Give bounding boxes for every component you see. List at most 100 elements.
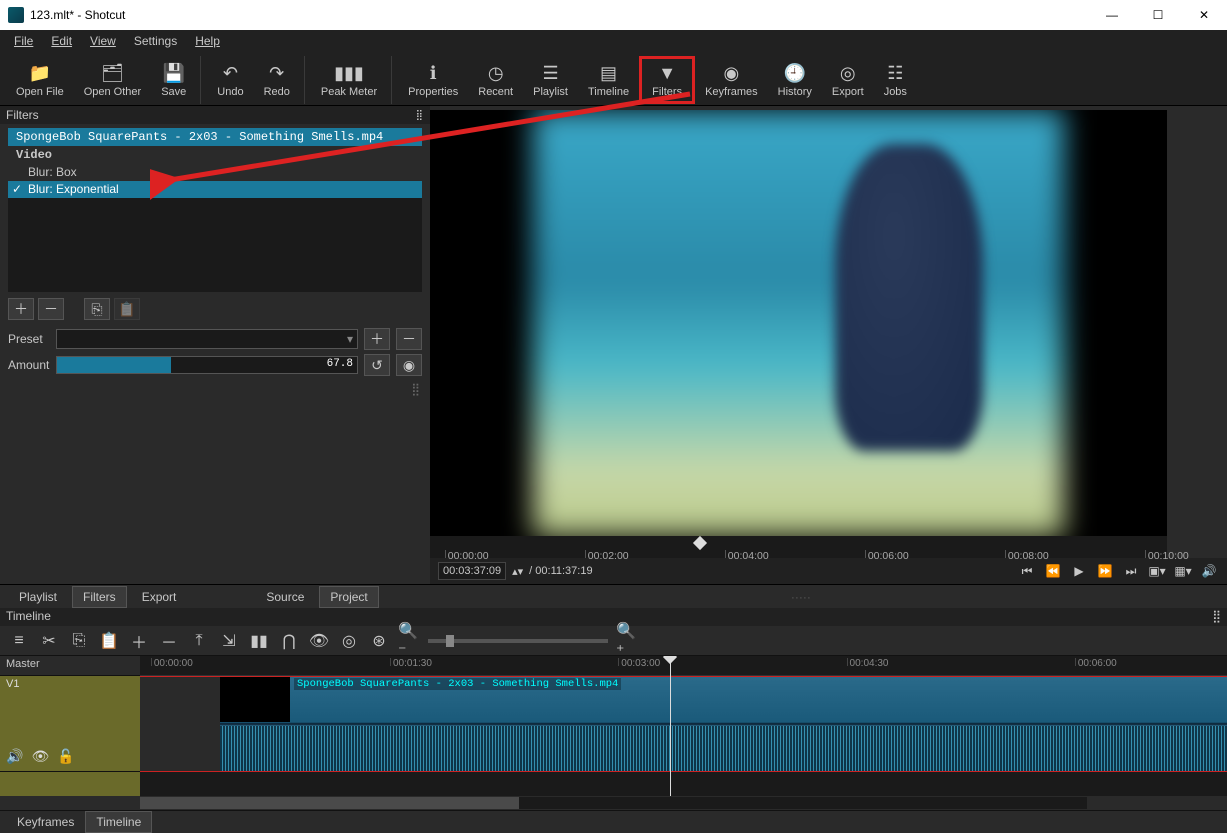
tl-append-button[interactable]: ＋ — [128, 630, 150, 652]
playhead-icon[interactable] — [693, 536, 707, 550]
grid-dropdown[interactable]: ▦▾ — [1173, 564, 1193, 578]
properties-button[interactable]: ℹProperties — [398, 56, 468, 104]
skip-start-button[interactable]: ⏮ — [1017, 564, 1037, 579]
tl-snap-button[interactable]: ⋂ — [278, 630, 300, 652]
playlist-button[interactable]: ☰Playlist — [523, 56, 578, 104]
timeline-ruler[interactable]: 00:00:00 00:01:30 00:03:00 00:04:30 00:0… — [140, 656, 1227, 676]
maximize-button[interactable]: ☐ — [1135, 0, 1181, 30]
tab-export[interactable]: Export — [131, 586, 188, 608]
preset-remove-button[interactable]: － — [396, 328, 422, 350]
hide-icon[interactable]: 👁 — [31, 748, 49, 765]
track-head-v1[interactable]: V1 🔊 👁 🔓 — [0, 676, 140, 772]
amount-slider[interactable]: 67.8 — [56, 356, 358, 374]
skip-end-button[interactable]: ⏭ — [1121, 564, 1141, 579]
grip-icon[interactable]: ····· — [383, 590, 1219, 604]
open-other-button[interactable]: 🗂Open Other — [74, 56, 151, 104]
menu-view[interactable]: View — [82, 32, 124, 50]
panel-grip-icon[interactable]: ⣿ — [0, 378, 430, 400]
main-toolbar: 📁Open File 🗂Open Other 💾Save ↶Undo ↷Redo… — [0, 52, 1227, 106]
tl-cut-button[interactable]: ✂ — [38, 630, 60, 652]
stack-icon: ☷ — [887, 62, 903, 84]
tl-menu-button[interactable]: ≡ — [8, 630, 30, 652]
tl-scrub-button[interactable]: 👁 — [308, 630, 330, 652]
preset-add-button[interactable]: ＋ — [364, 328, 390, 350]
tl-overwrite-button[interactable]: ⇲ — [218, 630, 240, 652]
tab-filters[interactable]: Filters — [72, 586, 127, 608]
save-button[interactable]: 💾Save — [151, 56, 201, 104]
menu-file[interactable]: File — [6, 32, 41, 50]
tab-playlist[interactable]: Playlist — [8, 586, 68, 608]
add-filter-button[interactable]: ＋ — [8, 298, 34, 320]
history-button[interactable]: 🕘History — [768, 56, 822, 104]
menu-help[interactable]: Help — [187, 32, 228, 50]
amount-keyframe-button[interactable]: ◉ — [396, 354, 422, 376]
tab-source[interactable]: Source — [255, 586, 315, 608]
panel-menu-icon[interactable]: ⣿ — [416, 110, 424, 121]
redo-button[interactable]: ↷Redo — [254, 56, 305, 104]
tl-zoom-out-button[interactable]: 🔍⁻ — [398, 630, 420, 652]
checkmark-icon[interactable]: ✓ — [12, 182, 22, 196]
amount-reset-button[interactable]: ↺ — [364, 354, 390, 376]
filter-item-blur-box[interactable]: Blur: Box — [8, 164, 422, 181]
play-button[interactable]: ▶ — [1069, 564, 1089, 578]
timeline-playhead[interactable] — [670, 656, 671, 796]
tl-ripple-all-button[interactable]: ⊛ — [368, 630, 390, 652]
recent-button[interactable]: ◷Recent — [468, 56, 523, 104]
timecode-spinner[interactable]: ▴▾ — [512, 565, 523, 578]
tl-split-button[interactable]: ▮▮ — [248, 630, 270, 652]
timeline-scrollbar[interactable] — [0, 796, 1227, 810]
undo-button[interactable]: ↶Undo — [207, 56, 253, 104]
tab-timeline[interactable]: Timeline — [85, 811, 152, 833]
preset-dropdown[interactable]: ▾ — [56, 329, 358, 349]
timeline-clip[interactable]: SpongeBob SquarePants - 2x03 - Something… — [220, 677, 1227, 771]
track-headers: Master V1 🔊 👁 🔓 — [0, 656, 140, 796]
rewind-button[interactable]: ⏪ — [1043, 564, 1063, 578]
remove-filter-button[interactable]: － — [38, 298, 64, 320]
preview-ruler[interactable]: 00:00:00 00:02:00 00:04:00 00:06:00 00:0… — [430, 536, 1167, 558]
tab-project[interactable]: Project — [319, 586, 378, 608]
volume-button[interactable]: 🔊 — [1199, 564, 1219, 578]
tl-lift-button[interactable]: ⤒ — [188, 630, 210, 652]
close-button[interactable]: ✕ — [1181, 0, 1227, 30]
fast-forward-button[interactable]: ⏩ — [1095, 564, 1115, 578]
minimize-button[interactable]: — — [1089, 0, 1135, 30]
amount-label: Amount — [8, 358, 50, 372]
timeline-tracks[interactable]: 00:00:00 00:01:30 00:03:00 00:04:30 00:0… — [140, 656, 1227, 796]
paste-filter-button[interactable]: 📋 — [114, 298, 140, 320]
video-preview[interactable] — [430, 110, 1167, 536]
tl-zoom-slider[interactable] — [428, 639, 608, 643]
open-file-button[interactable]: 📁Open File — [6, 56, 74, 104]
panel-menu-icon[interactable]: ⣿ — [1212, 609, 1221, 625]
ruler-tick: 00:02:00 — [585, 550, 629, 558]
zoom-dropdown[interactable]: ▣▾ — [1147, 564, 1167, 578]
undo-icon: ↶ — [223, 62, 238, 84]
mute-icon[interactable]: 🔊 — [6, 748, 23, 765]
menu-edit[interactable]: Edit — [43, 32, 80, 50]
tl-paste-button[interactable]: 📋 — [98, 630, 120, 652]
keyframes-button[interactable]: ◉Keyframes — [695, 56, 768, 104]
peak-meter-button[interactable]: ▮▮▮Peak Meter — [311, 56, 392, 104]
tl-copy-button[interactable]: ⎘ — [68, 630, 90, 652]
tl-ripple-button[interactable]: ◎ — [338, 630, 360, 652]
lock-icon[interactable]: 🔓 — [57, 748, 74, 765]
tab-keyframes[interactable]: Keyframes — [6, 811, 85, 833]
tl-zoom-in-button[interactable]: 🔍⁺ — [616, 630, 638, 652]
copy-filter-button[interactable]: ⎘ — [84, 298, 110, 320]
jobs-button[interactable]: ☷Jobs — [874, 56, 917, 104]
clock-icon: ◷ — [488, 62, 504, 84]
window-controls: — ☐ ✕ — [1089, 0, 1227, 30]
video-frame-shape — [835, 144, 982, 451]
export-button[interactable]: ◎Export — [822, 56, 874, 104]
tl-remove-button[interactable]: － — [158, 630, 180, 652]
current-timecode[interactable]: 00:03:37:09 — [438, 562, 506, 580]
timeline-button[interactable]: ▤Timeline — [578, 56, 639, 104]
filter-item-blur-exponential[interactable]: ✓ Blur: Exponential — [8, 181, 422, 198]
filters-panel-title: Filters⣿ — [0, 106, 430, 124]
preset-row: Preset ▾ ＋ － — [0, 326, 430, 352]
filters-button[interactable]: ▼Filters — [639, 56, 695, 104]
track-v1-row[interactable]: SpongeBob SquarePants - 2x03 - Something… — [140, 676, 1227, 772]
save-icon: 💾 — [163, 62, 185, 84]
filters-panel: Filters⣿ SpongeBob SquarePants - 2x03 - … — [0, 106, 430, 584]
track-head-master[interactable]: Master — [0, 656, 140, 676]
menu-settings[interactable]: Settings — [126, 32, 185, 50]
